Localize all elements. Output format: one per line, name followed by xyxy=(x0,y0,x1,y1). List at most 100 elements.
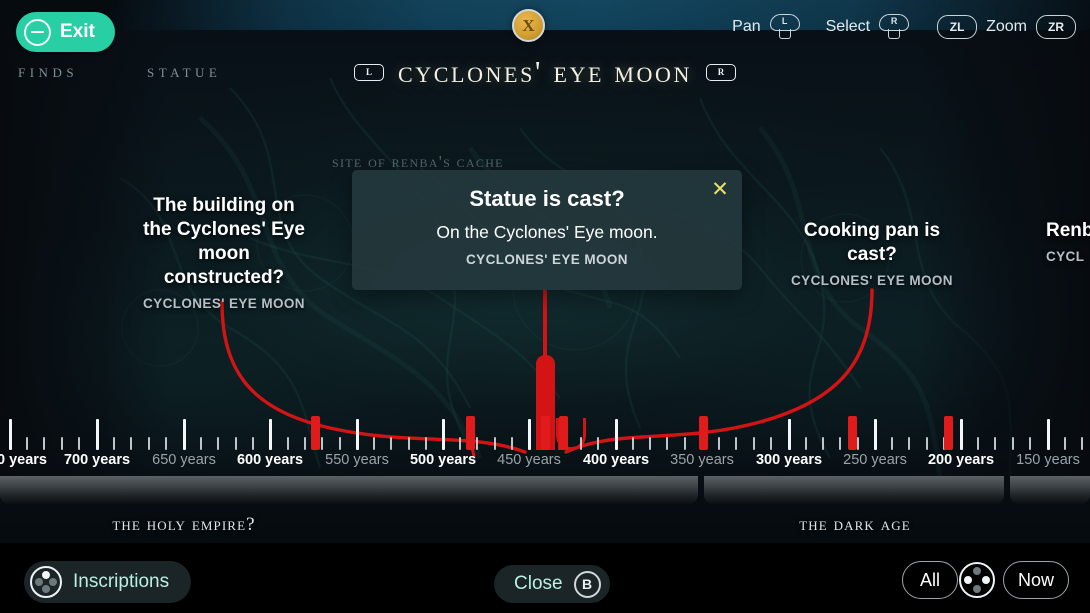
tick-major xyxy=(787,419,791,450)
timeline-ruler[interactable] xyxy=(0,408,1090,450)
tick-minor xyxy=(459,437,461,450)
close-label: Close xyxy=(514,573,563,594)
timeline-tick-label: 0 years xyxy=(0,452,47,468)
tick-minor xyxy=(43,437,45,450)
tick-minor xyxy=(165,437,167,450)
tick-minor xyxy=(926,437,928,450)
era-segments xyxy=(0,476,1090,504)
tick-minor xyxy=(1081,437,1083,450)
tick-minor xyxy=(718,437,720,450)
filter-now-button[interactable]: Now xyxy=(1003,561,1070,599)
select-hint-label: Select xyxy=(825,18,871,35)
tick-minor xyxy=(476,437,478,450)
breadcrumb-statue[interactable]: STATUE xyxy=(147,61,221,83)
selected-event-thread xyxy=(543,288,547,368)
timeline-tick-label: 700 years xyxy=(63,452,131,468)
timeline-tick-label: 500 years xyxy=(409,452,477,468)
x-button-badge[interactable]: X xyxy=(512,9,545,42)
tick-minor xyxy=(200,437,202,450)
x-badge-label: X xyxy=(522,15,535,35)
node-label-building[interactable]: The building on the Cyclones' Eye moon c… xyxy=(138,194,310,311)
tick-minor xyxy=(977,437,979,450)
tick-minor xyxy=(26,437,28,450)
place-label-renba-cache: SITE OF RENBA'S CACHE xyxy=(332,152,504,171)
tick-minor xyxy=(908,437,910,450)
timeline-tick-label: 350 years xyxy=(670,452,734,468)
breadcrumb-finds[interactable]: FINDS xyxy=(18,61,78,83)
zoom-hint-label: Zoom xyxy=(986,18,1027,35)
filter-all-button[interactable]: All xyxy=(902,561,958,599)
timeline-event-marker[interactable] xyxy=(310,416,320,450)
timeline-tick-label: 600 years xyxy=(236,452,304,468)
tick-minor xyxy=(287,437,289,450)
dpad-up-icon xyxy=(30,566,62,598)
timeline-tick-label: 250 years xyxy=(843,452,907,468)
tick-minor xyxy=(321,437,323,450)
pan-hint-label: Pan xyxy=(732,18,761,35)
timeline-event-marker[interactable] xyxy=(465,416,475,450)
inscriptions-button[interactable]: Inscriptions xyxy=(24,561,192,603)
node-label-cooking-pan[interactable]: Cooking pan is cast? CYCLONES' EYE MOON xyxy=(786,219,958,288)
zoom-in-button[interactable]: ZR xyxy=(1036,15,1076,39)
timeline-screen: Exit X Pan L Select R ZL Zoom ZR FINDS S… xyxy=(0,0,1090,613)
bottom-action-bar: Inscriptions Close B All Now xyxy=(0,543,1090,613)
timeline-event-marker[interactable] xyxy=(558,416,568,450)
dpad-left-right-icon[interactable] xyxy=(959,562,995,598)
tick-minor xyxy=(494,437,496,450)
breadcrumb: FINDS STATUE L CYCLONES' EYE MOON R xyxy=(0,54,1090,90)
tick-major xyxy=(268,419,272,450)
tick-minor xyxy=(235,437,237,450)
timeline-tick-label: 650 years xyxy=(152,452,216,468)
tick-minor xyxy=(891,437,893,450)
tick-minor xyxy=(408,437,410,450)
tick-minor xyxy=(597,437,599,450)
tick-minor xyxy=(1012,437,1014,450)
right-stick-icon[interactable]: R xyxy=(879,14,910,40)
tick-major xyxy=(441,419,445,450)
page-title: CYCLONES' EYE MOON xyxy=(398,54,692,89)
tick-major xyxy=(355,419,359,450)
tick-minor xyxy=(649,437,651,450)
tick-minor xyxy=(770,437,772,450)
timeline-event-marker[interactable] xyxy=(943,416,953,450)
b-button-icon: B xyxy=(573,570,601,598)
node-title: Cooking pan is cast? xyxy=(803,220,941,265)
era-segment[interactable] xyxy=(1010,476,1090,504)
era-segment[interactable] xyxy=(704,476,1004,504)
dialog-heading: Statue is cast? xyxy=(469,186,625,211)
tick-minor xyxy=(252,437,254,450)
inscriptions-label: Inscriptions xyxy=(73,571,170,592)
dialog-subheading: On the Cyclones' Eye moon. xyxy=(436,222,658,242)
timeline-event-marker[interactable] xyxy=(698,416,708,450)
tick-major xyxy=(8,419,12,450)
exit-button[interactable]: Exit xyxy=(16,12,115,52)
tick-minor xyxy=(580,437,582,450)
node-subtitle: CYCLONES' EYE MOON xyxy=(791,272,953,288)
tick-major xyxy=(182,419,186,450)
tick-minor xyxy=(805,437,807,450)
dialog-location: CYCLONES' EYE MOON xyxy=(466,252,628,267)
zoom-out-button[interactable]: ZL xyxy=(937,15,978,39)
timeline-tick-label: 150 years xyxy=(1016,452,1080,468)
tick-minor xyxy=(78,437,80,450)
next-page-button[interactable]: R xyxy=(706,63,736,81)
tick-major xyxy=(959,419,963,450)
era-segment[interactable] xyxy=(0,476,698,504)
close-x-icon[interactable]: ✕ xyxy=(708,177,732,201)
left-stick-base xyxy=(778,29,791,39)
node-label-renba-truncated[interactable]: Renb CYCL xyxy=(1046,219,1090,264)
timeline-event-marker[interactable] xyxy=(847,416,857,450)
exit-label: Exit xyxy=(60,21,95,42)
timeline-tick-label: 450 years xyxy=(497,452,561,468)
tick-minor xyxy=(217,437,219,450)
page-title-group: L CYCLONES' EYE MOON R xyxy=(354,54,736,90)
timeline-event-marker[interactable] xyxy=(540,416,550,450)
tick-major xyxy=(873,419,877,450)
tick-minor xyxy=(304,437,306,450)
node-subtitle: CYCLONES' EYE MOON xyxy=(143,295,305,311)
tick-minor xyxy=(994,437,996,450)
prev-page-button[interactable]: L xyxy=(354,63,384,81)
tick-major xyxy=(1046,419,1050,450)
close-button[interactable]: Close B xyxy=(494,565,610,603)
left-stick-icon[interactable]: L xyxy=(769,14,800,40)
